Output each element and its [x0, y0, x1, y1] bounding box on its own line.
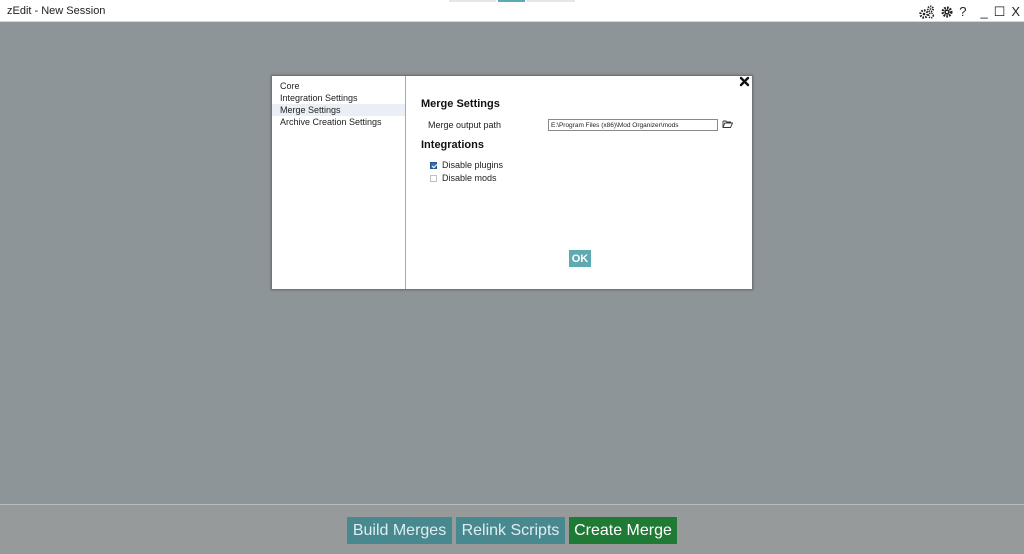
window-title: zEdit - New Session — [7, 5, 106, 17]
merge-output-path-label: Merge output path — [428, 120, 502, 130]
bottom-action-bar: Build Merges Relink Scripts Create Merge — [0, 504, 1024, 554]
cogs-icon[interactable] — [919, 5, 935, 19]
disable-mods-label: Disable mods — [442, 173, 497, 183]
top-tab-3[interactable] — [527, 0, 575, 2]
disable-mods-option[interactable]: Disable mods — [430, 173, 497, 183]
close-window-button[interactable]: X — [1011, 4, 1020, 20]
disable-plugins-checkbox[interactable] — [430, 161, 437, 169]
nav-item-core[interactable]: Core — [272, 80, 405, 92]
ok-button[interactable]: OK — [569, 250, 591, 267]
merge-output-path-input[interactable] — [548, 119, 718, 131]
relink-scripts-button[interactable]: Relink Scripts — [456, 517, 565, 544]
settings-modal: Core Integration Settings Merge Settings… — [271, 75, 753, 290]
nav-item-archive-creation-settings[interactable]: Archive Creation Settings — [272, 116, 405, 128]
disable-plugins-label: Disable plugins — [442, 160, 504, 170]
minimize-button[interactable]: _ — [980, 4, 987, 20]
disable-mods-checkbox[interactable] — [430, 174, 437, 182]
settings-panel: Merge Settings Merge output path Integra… — [406, 76, 752, 289]
gear-icon[interactable] — [941, 6, 953, 18]
folder-open-icon[interactable] — [722, 119, 733, 129]
window-controls: ? _ ☐ X — [919, 3, 1020, 20]
build-merges-button[interactable]: Build Merges — [347, 517, 452, 544]
nav-item-merge-settings[interactable]: Merge Settings — [272, 104, 405, 116]
maximize-button[interactable]: ☐ — [994, 4, 1006, 20]
title-bar: zEdit - New Session ? _ ☐ X — [0, 0, 1024, 22]
disable-plugins-option[interactable]: Disable plugins — [430, 160, 503, 170]
integrations-heading: Integrations — [421, 139, 484, 151]
top-tab-2[interactable] — [498, 0, 525, 2]
settings-nav: Core Integration Settings Merge Settings… — [272, 76, 406, 289]
help-icon[interactable]: ? — [959, 4, 966, 20]
nav-item-integration-settings[interactable]: Integration Settings — [272, 92, 405, 104]
merge-settings-heading: Merge Settings — [421, 98, 500, 110]
top-tab-1[interactable] — [449, 0, 496, 2]
create-merge-button[interactable]: Create Merge — [569, 517, 677, 544]
